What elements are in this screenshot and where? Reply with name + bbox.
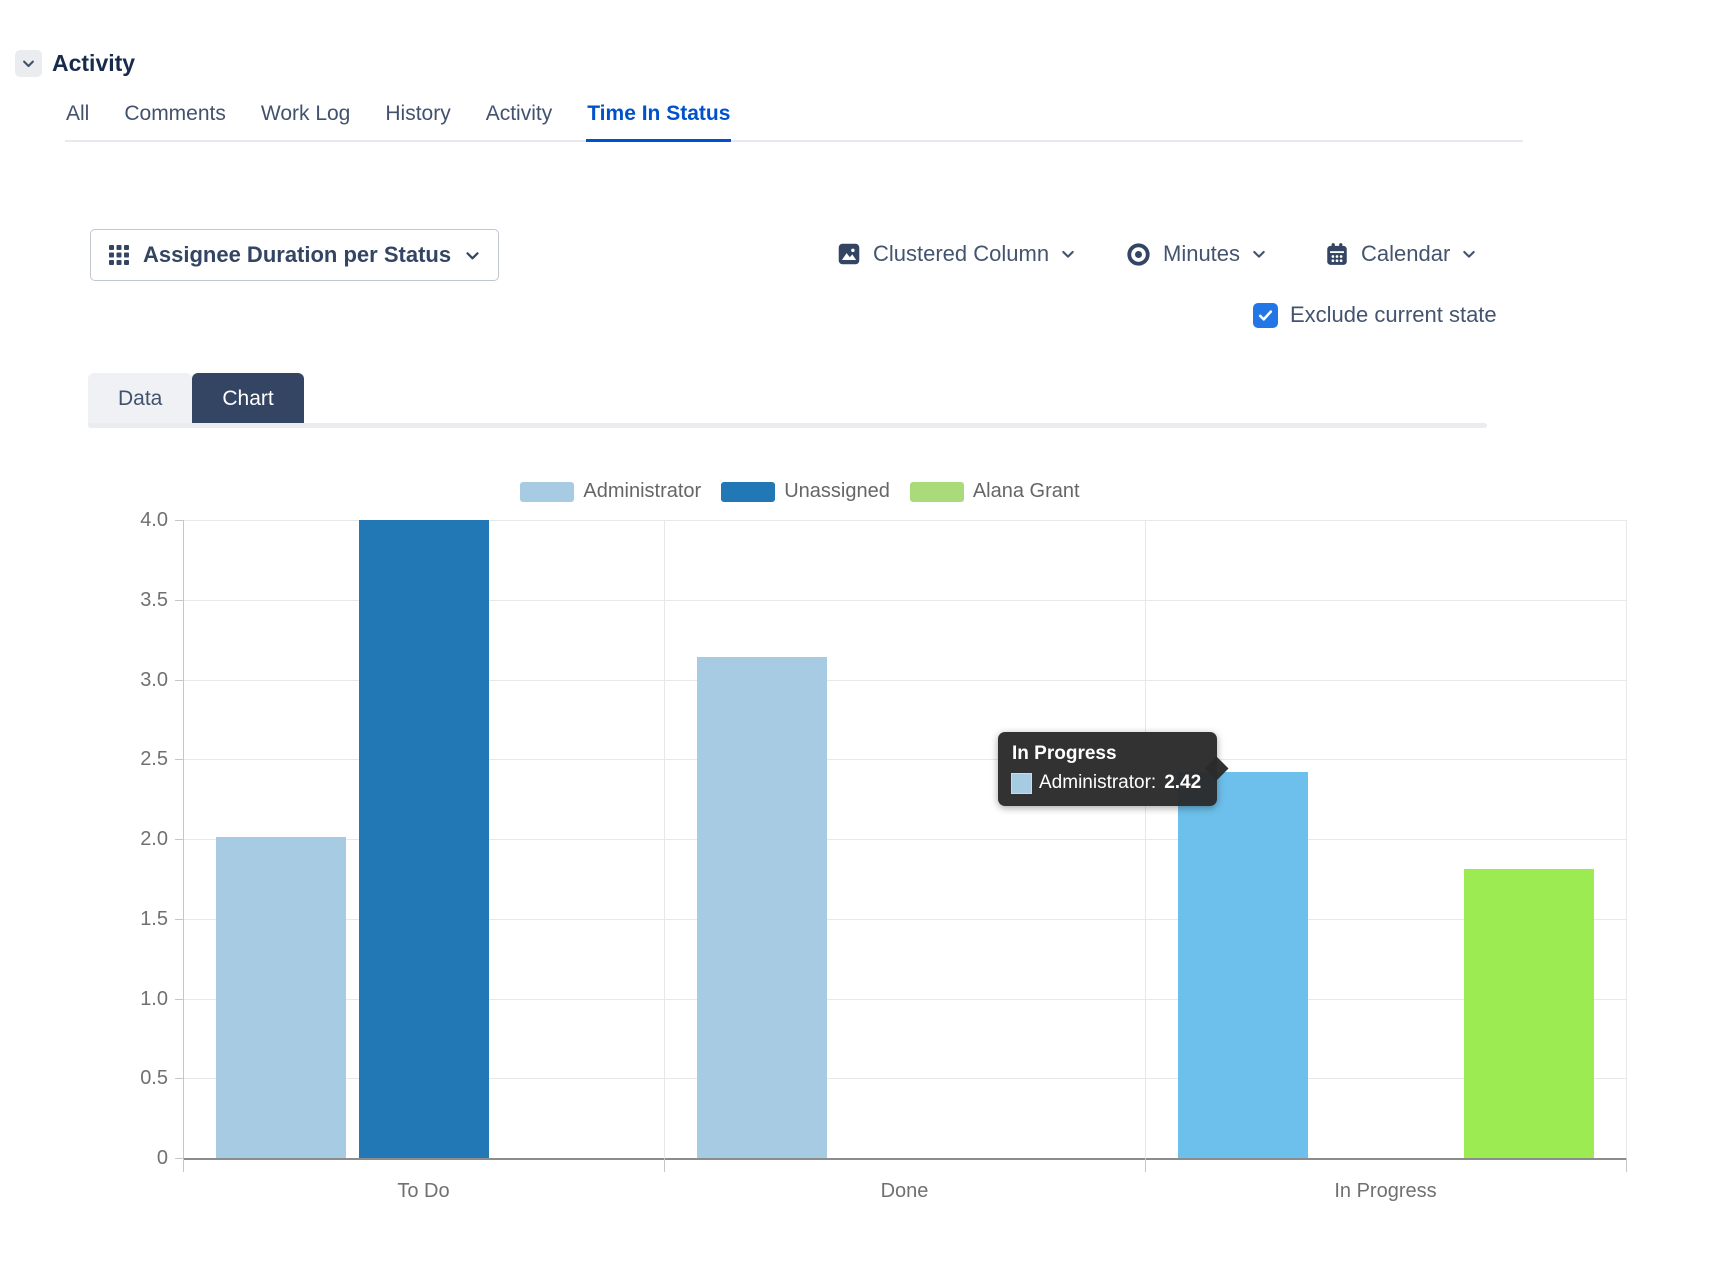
tab-time-in-status[interactable]: Time In Status [586, 102, 731, 142]
legend-label: Administrator [583, 480, 701, 503]
subtab-divider [88, 423, 1487, 428]
gridline-x [1145, 520, 1146, 1158]
bar-in-progress-alana-grant[interactable] [1464, 869, 1594, 1158]
chart-type-label: Clustered Column [873, 241, 1049, 267]
grid-icon [108, 244, 130, 266]
legend-item-administrator[interactable]: Administrator [520, 480, 701, 503]
image-icon [836, 241, 862, 267]
y-axis-tick [175, 919, 183, 920]
y-axis-tick [175, 1078, 183, 1079]
chevron-down-icon [1461, 246, 1477, 262]
tooltip-series-label: Administrator: [1039, 772, 1156, 794]
y-axis-tick [175, 680, 183, 681]
legend-item-alana-grant[interactable]: Alana Grant [910, 480, 1080, 503]
tab-chart[interactable]: Chart [192, 373, 303, 424]
view-selector-dropdown[interactable]: Assignee Duration per Status [90, 229, 499, 281]
gridline-x [664, 520, 665, 1158]
activity-tab-bar: All Comments Work Log History Activity T… [65, 102, 1523, 142]
unit-label: Minutes [1163, 241, 1240, 267]
y-axis-label: 4.0 [106, 508, 168, 532]
bar-to-do-administrator[interactable] [216, 837, 346, 1158]
legend-swatch [721, 482, 775, 502]
tooltip-series-swatch [1012, 774, 1031, 793]
clustered-column-chart: Administrator Unassigned Alana Grant 0 0.5 1… [0, 440, 1734, 1275]
x-axis-tick [1145, 1158, 1146, 1172]
chevron-down-icon [1060, 246, 1076, 262]
view-mode-tabs: Data Chart [88, 373, 304, 424]
exclude-current-state-label: Exclude current state [1290, 302, 1497, 328]
tooltip-value: 2.42 [1164, 772, 1201, 794]
x-axis-tick [1626, 1158, 1627, 1172]
x-axis-category-label: Done [664, 1180, 1145, 1203]
gridline-x [1626, 520, 1627, 1158]
y-axis-label: 0.5 [106, 1066, 168, 1090]
collapse-section-button[interactable] [15, 50, 42, 77]
x-axis-tick [183, 1158, 184, 1172]
activity-section-header: Activity [15, 50, 135, 77]
tab-history[interactable]: History [384, 102, 451, 140]
unit-dropdown[interactable]: Minutes [1125, 229, 1267, 279]
y-axis-label: 2.5 [106, 747, 168, 771]
tab-work-log[interactable]: Work Log [260, 102, 352, 140]
tab-data[interactable]: Data [88, 373, 192, 424]
calendar-icon [1324, 241, 1350, 267]
y-axis-tick [175, 759, 183, 760]
y-axis-label: 0 [106, 1146, 168, 1170]
x-axis-category-label: In Progress [1145, 1180, 1626, 1203]
y-axis-label: 1.0 [106, 987, 168, 1011]
eye-icon [1125, 241, 1152, 268]
chevron-down-icon [21, 56, 36, 71]
y-axis-tick [175, 1158, 183, 1159]
tab-comments[interactable]: Comments [123, 102, 227, 140]
x-axis-category-label: To Do [183, 1180, 664, 1203]
legend-item-unassigned[interactable]: Unassigned [721, 480, 890, 503]
legend-swatch [910, 482, 964, 502]
x-axis-tick [664, 1158, 665, 1172]
y-axis-label: 1.5 [106, 907, 168, 931]
bar-done-administrator[interactable] [697, 657, 827, 1158]
legend-label: Unassigned [784, 480, 890, 503]
view-selector-label: Assignee Duration per Status [143, 242, 451, 268]
checkbox-checked-icon[interactable] [1253, 303, 1278, 328]
y-axis-label: 2.0 [106, 827, 168, 851]
y-axis-tick [175, 999, 183, 1000]
legend-label: Alana Grant [973, 480, 1080, 503]
y-axis-label: 3.0 [106, 668, 168, 692]
tooltip-title: In Progress [1012, 743, 1201, 765]
y-axis-line [183, 520, 184, 1172]
y-axis-tick [175, 600, 183, 601]
chart-tooltip: In Progress Administrator: 2.42 [998, 732, 1217, 806]
x-axis-line [183, 1158, 1626, 1160]
legend-swatch [520, 482, 574, 502]
page-title: Activity [52, 50, 135, 77]
tab-activity[interactable]: Activity [485, 102, 554, 140]
tab-all[interactable]: All [65, 102, 90, 140]
bar-in-progress-administrator[interactable] [1178, 772, 1308, 1158]
y-axis-tick [175, 839, 183, 840]
chevron-down-icon [1251, 246, 1267, 262]
calendar-dropdown[interactable]: Calendar [1324, 229, 1477, 279]
chevron-down-icon [464, 247, 481, 264]
y-axis-tick [175, 520, 183, 521]
bar-to-do-unassigned[interactable] [359, 520, 489, 1158]
chart-legend: Administrator Unassigned Alana Grant [100, 480, 1500, 503]
chart-type-dropdown[interactable]: Clustered Column [836, 229, 1076, 279]
exclude-current-state-toggle[interactable]: Exclude current state [1253, 302, 1497, 328]
calendar-label: Calendar [1361, 241, 1450, 267]
y-axis-label: 3.5 [106, 588, 168, 612]
